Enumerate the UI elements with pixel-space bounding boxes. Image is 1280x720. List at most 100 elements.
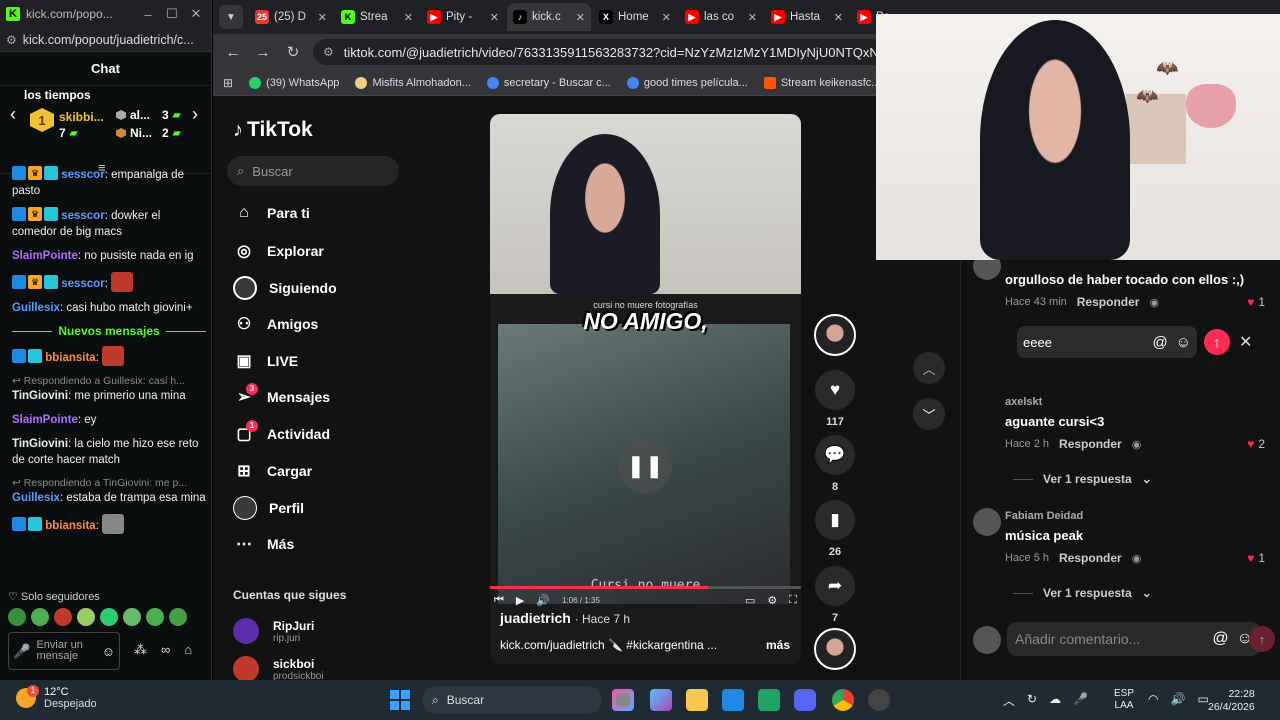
browser-tab[interactable]: ♪ kick.c ✕ bbox=[507, 3, 591, 31]
emoji-icon[interactable]: ☺ bbox=[1176, 334, 1191, 351]
video-author[interactable]: juadietrich · Hace 7 h bbox=[500, 610, 630, 626]
reply-context[interactable]: ↩ Respondiendo a TinGiovini: me p... bbox=[12, 476, 206, 490]
close-icon[interactable]: ✕ bbox=[187, 6, 205, 22]
nav-perfil[interactable]: Perfil bbox=[233, 496, 304, 520]
chat-username[interactable]: sesscor bbox=[61, 210, 104, 222]
nav-explorar[interactable]: ◎ Explorar bbox=[233, 241, 324, 261]
comment-username[interactable]: Fabiam Deidad bbox=[1005, 510, 1265, 522]
emoji-icon[interactable]: ☺ bbox=[102, 644, 115, 659]
comment-button[interactable]: 💬 8 bbox=[813, 435, 857, 493]
search-input[interactable]: ⌕ Buscar bbox=[227, 156, 399, 186]
comment-like[interactable]: ♥ 2 bbox=[1247, 437, 1265, 451]
bookmark[interactable]: (39) WhatsApp bbox=[249, 76, 339, 89]
bookmark[interactable]: secretary - Buscar c... bbox=[486, 76, 611, 89]
bookmark[interactable]: good times película... bbox=[626, 76, 748, 89]
task-view-icon[interactable] bbox=[616, 693, 630, 707]
next-video-button[interactable]: ﹀ bbox=[913, 398, 945, 430]
send-reply-button[interactable]: ↑ bbox=[1204, 329, 1230, 355]
comment-username[interactable]: axelskt bbox=[1005, 396, 1265, 408]
followed-account[interactable]: RipJuri rip.juri bbox=[233, 618, 314, 644]
emote-icon[interactable] bbox=[100, 608, 118, 626]
browser-tab[interactable]: K Strea ✕ bbox=[335, 3, 419, 31]
chat-username[interactable]: TinGiovini bbox=[12, 438, 68, 450]
emote-icon[interactable] bbox=[169, 608, 187, 626]
settings-app-icon[interactable] bbox=[868, 689, 890, 711]
excel-icon[interactable] bbox=[758, 689, 780, 711]
chrome-icon[interactable] bbox=[832, 689, 854, 711]
chat-username[interactable]: TinGiovini bbox=[12, 390, 68, 402]
chat-username[interactable]: Guillesix bbox=[12, 492, 60, 504]
word-icon[interactable] bbox=[722, 689, 744, 711]
nav-para-ti[interactable]: ⌂ Para ti bbox=[233, 204, 310, 222]
emote-icon[interactable] bbox=[123, 608, 141, 626]
close-tab-icon[interactable]: ✕ bbox=[748, 11, 757, 24]
nav-mas[interactable]: ⋯ Más bbox=[233, 534, 294, 554]
play-icon[interactable]: ▶ bbox=[516, 594, 524, 607]
close-tab-icon[interactable]: ✕ bbox=[576, 11, 585, 24]
chevron-up-icon[interactable]: ︿ bbox=[1003, 692, 1015, 709]
like-button[interactable]: ♥ 117 bbox=[813, 370, 857, 428]
chat-username[interactable]: sesscor bbox=[61, 278, 104, 290]
close-tab-icon[interactable]: ✕ bbox=[662, 11, 671, 24]
chevron-right-icon[interactable]: › bbox=[192, 104, 198, 125]
site-settings-icon[interactable]: ⚙ bbox=[6, 33, 17, 47]
sync-icon[interactable]: ↻ bbox=[1027, 692, 1037, 709]
reply-button[interactable]: Responder bbox=[1059, 437, 1122, 451]
chevron-left-icon[interactable]: ‹ bbox=[10, 104, 16, 125]
chat-username[interactable]: bbiansita bbox=[45, 352, 95, 364]
tab-search-icon[interactable]: ▼ bbox=[219, 5, 243, 29]
browser-tab[interactable]: ▶ las co ✕ bbox=[679, 3, 763, 31]
back-icon[interactable]: ← bbox=[223, 44, 243, 61]
infinity-icon[interactable]: ∞ bbox=[161, 642, 170, 658]
mention-icon[interactable]: @ bbox=[1212, 630, 1228, 648]
previous-icon[interactable]: ⏮ bbox=[494, 594, 504, 607]
nav-siguiendo[interactable]: Siguiendo bbox=[233, 276, 337, 300]
chat-username[interactable]: SlaimPointe bbox=[12, 414, 78, 426]
comment-like[interactable]: ♥ 1 bbox=[1247, 295, 1265, 309]
emote-icon[interactable] bbox=[54, 608, 72, 626]
nav-actividad[interactable]: ▢ 1 Actividad bbox=[233, 420, 330, 444]
bookmark[interactable]: Misfits Almohadon... bbox=[355, 76, 471, 89]
chat-input[interactable]: 🎤 Enviar un mensaje ☺ bbox=[8, 632, 120, 670]
chat-username[interactable]: bbiansita bbox=[45, 520, 95, 532]
close-tab-icon[interactable]: ✕ bbox=[404, 11, 413, 24]
microphone-icon[interactable]: 🎤 bbox=[1073, 692, 1088, 709]
close-tab-icon[interactable]: ✕ bbox=[490, 11, 499, 24]
chat-username[interactable]: SlaimPointe bbox=[12, 250, 78, 262]
apps-icon[interactable]: ⊞ bbox=[223, 76, 233, 90]
volume-icon[interactable]: 🔊 bbox=[536, 594, 550, 607]
nav-amigos[interactable]: ⚇ Amigos bbox=[233, 314, 319, 334]
cloud-icon[interactable]: ☁ bbox=[1049, 692, 1061, 709]
fullscreen-icon[interactable]: ⛶ bbox=[789, 594, 797, 607]
chat-username[interactable]: sesscor bbox=[61, 169, 104, 181]
weather-widget[interactable]: 1 12°C Despejado bbox=[16, 685, 97, 710]
view-replies-button[interactable]: Ver 1 respuesta ⌄ bbox=[1013, 472, 1152, 486]
close-tab-icon[interactable]: ✕ bbox=[834, 11, 843, 24]
followed-account[interactable]: sickboi prodsickboi bbox=[233, 656, 324, 682]
discord-icon[interactable] bbox=[794, 689, 816, 711]
settings-icon[interactable]: ⚙ bbox=[767, 594, 777, 607]
microphone-icon[interactable]: 🎤 bbox=[13, 643, 30, 660]
browser-tab[interactable]: X Home ✕ bbox=[593, 3, 677, 31]
emote-icon[interactable] bbox=[146, 608, 164, 626]
add-comment-input[interactable]: Añadir comentario... @ ☺ bbox=[1007, 622, 1261, 656]
reply-button[interactable]: Responder bbox=[1077, 295, 1140, 309]
chat-username[interactable]: Guillesix bbox=[12, 302, 60, 314]
reload-icon[interactable]: ↻ bbox=[283, 43, 303, 61]
maximize-icon[interactable]: ☐ bbox=[163, 6, 181, 22]
taskbar-search[interactable]: ⌕ Buscar bbox=[422, 686, 602, 714]
tiktok-logo[interactable]: ♪ TikTok bbox=[233, 118, 313, 142]
store-icon[interactable]: ⌂ bbox=[184, 642, 192, 658]
file-explorer-icon[interactable] bbox=[686, 689, 708, 711]
nav-live[interactable]: ▣ LIVE bbox=[233, 351, 298, 371]
save-button[interactable]: ▮ 26 bbox=[813, 500, 857, 558]
emote-icon[interactable] bbox=[77, 608, 95, 626]
video-progress-bar[interactable] bbox=[490, 586, 801, 589]
minimize-icon[interactable]: – bbox=[139, 7, 157, 22]
browser-tab[interactable]: ▶ Pity - ✕ bbox=[421, 3, 505, 31]
captions-icon[interactable]: ▭ bbox=[745, 594, 755, 607]
browser-tab[interactable]: ▶ Hasta ✕ bbox=[765, 3, 849, 31]
pause-button[interactable]: ❚❚ bbox=[618, 439, 672, 493]
browser-tab[interactable]: 25 (25) D ✕ bbox=[249, 3, 333, 31]
comment-like[interactable]: ♥ 1 bbox=[1247, 551, 1265, 565]
